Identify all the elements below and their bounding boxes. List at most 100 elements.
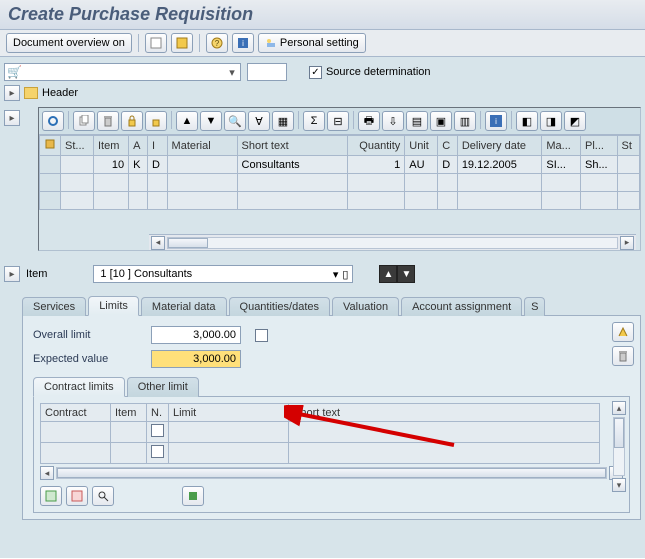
col-short-text[interactable]: Short text xyxy=(237,136,347,156)
tab-valuation[interactable]: Valuation xyxy=(332,297,399,316)
item-selector-combo[interactable]: ▾ ▯ xyxy=(93,265,353,283)
cell-ma[interactable]: SI... xyxy=(542,156,581,174)
cell-i[interactable]: D xyxy=(147,156,167,174)
col-st[interactable]: St xyxy=(617,136,640,156)
col-n[interactable]: N. xyxy=(147,404,169,422)
table-row[interactable] xyxy=(40,192,640,210)
cell-unit[interactable]: AU xyxy=(405,156,438,174)
table-row[interactable] xyxy=(41,422,600,443)
grid-hscrollbar[interactable]: ◂ ▸ xyxy=(149,234,636,250)
cell-material[interactable] xyxy=(167,156,237,174)
contract-limits-grid[interactable]: Contract Item N. Limit Short text xyxy=(40,403,623,464)
tab-account-assignment[interactable]: Account assignment xyxy=(401,297,522,316)
sort-desc-icon[interactable]: ▼ xyxy=(200,111,222,131)
tab-overflow[interactable]: S xyxy=(524,297,545,316)
col-c[interactable]: C xyxy=(438,136,458,156)
doc-type-input[interactable] xyxy=(26,65,226,79)
col-i[interactable]: I xyxy=(147,136,167,156)
scroll-track[interactable] xyxy=(613,417,625,476)
scroll-thumb[interactable] xyxy=(57,468,606,478)
info-toolbar-icon[interactable]: i xyxy=(485,111,507,131)
row-selector[interactable] xyxy=(40,174,61,192)
cell-item[interactable]: 10 xyxy=(93,156,128,174)
tab-services[interactable]: Services xyxy=(22,297,86,316)
scroll-thumb[interactable] xyxy=(168,238,208,248)
copy-entries-button[interactable] xyxy=(66,486,88,506)
combo-dropdown-icon[interactable]: ▾ xyxy=(226,66,238,79)
doc-number-input[interactable] xyxy=(247,63,287,81)
scroll-left-icon[interactable]: ◂ xyxy=(40,466,54,480)
scroll-right-icon[interactable]: ▸ xyxy=(620,236,634,250)
doc-type-combo[interactable]: 🛒 ▾ xyxy=(4,63,241,81)
no-limit-checkbox[interactable] xyxy=(255,329,268,342)
prev-item-button[interactable]: ▲ xyxy=(379,265,397,283)
cell-deliv[interactable]: 19.12.2005 xyxy=(457,156,542,174)
col-contract[interactable]: Contract xyxy=(41,404,111,422)
row-selector[interactable] xyxy=(40,192,61,210)
col-unit[interactable]: Unit xyxy=(405,136,438,156)
personal-setting-button[interactable]: Personal setting xyxy=(258,33,366,53)
item-detail-expand-button[interactable]: ▸ xyxy=(4,266,20,282)
col-delivery-date[interactable]: Delivery date xyxy=(457,136,542,156)
lock-icon[interactable] xyxy=(121,111,143,131)
overall-limit-input[interactable] xyxy=(151,326,241,344)
scroll-down-icon[interactable]: ▾ xyxy=(612,478,626,492)
delete-icon[interactable] xyxy=(97,111,119,131)
table-row[interactable]: 10 K D Consultants 1 AU D 19.12.2005 SI.… xyxy=(40,156,640,174)
col-short-text[interactable]: Short text xyxy=(289,404,600,422)
help-icon[interactable]: ? xyxy=(206,33,228,53)
tab-contract-limits[interactable]: Contract limits xyxy=(33,377,125,397)
col-item[interactable]: Item xyxy=(93,136,128,156)
services-catalog-button[interactable] xyxy=(182,486,204,506)
choose-layout-icon[interactable]: ▤ xyxy=(406,111,428,131)
sum-icon[interactable]: Σ xyxy=(303,111,325,131)
new-entries-button[interactable] xyxy=(40,486,62,506)
col-limit[interactable]: Limit xyxy=(169,404,289,422)
scroll-up-icon[interactable]: ▴ xyxy=(612,401,626,415)
cell-short[interactable]: Consultants xyxy=(237,156,347,174)
unlock-icon[interactable] xyxy=(145,111,167,131)
combo-dropdown-icon[interactable]: ▾ xyxy=(333,268,339,281)
find-icon[interactable]: 🔍 xyxy=(224,111,246,131)
cell-st[interactable] xyxy=(617,156,640,174)
col-status[interactable]: St... xyxy=(61,136,94,156)
scroll-track[interactable] xyxy=(167,237,618,249)
col-item[interactable]: Item xyxy=(111,404,147,422)
more-1-icon[interactable]: ◧ xyxy=(516,111,538,131)
scroll-track[interactable] xyxy=(56,467,607,479)
item-selector-input[interactable] xyxy=(98,267,332,281)
row-selector-header[interactable] xyxy=(40,136,61,156)
more-3-icon[interactable]: ◩ xyxy=(564,111,586,131)
details-icon[interactable] xyxy=(42,111,64,131)
subtotal-icon[interactable]: ⊟ xyxy=(327,111,349,131)
filter-icon[interactable]: ∀ xyxy=(248,111,270,131)
row-selector[interactable] xyxy=(40,156,61,174)
col-pl[interactable]: Pl... xyxy=(580,136,617,156)
expand-icon[interactable]: ▣ xyxy=(430,111,452,131)
col-a[interactable]: A xyxy=(129,136,148,156)
source-determination-checkbox[interactable]: ✓ xyxy=(309,66,322,79)
inner-grid-hscrollbar[interactable]: ◂ ▸ xyxy=(40,466,623,480)
display-change-button[interactable] xyxy=(612,322,634,342)
header-expand-button[interactable]: ▸ xyxy=(4,85,20,101)
sort-asc-icon[interactable]: ▲ xyxy=(176,111,198,131)
expected-value-input[interactable] xyxy=(151,350,241,368)
cell-c[interactable]: D xyxy=(438,156,458,174)
find-contract-button[interactable] xyxy=(92,486,114,506)
layout-icon[interactable]: ▦ xyxy=(272,111,294,131)
tab-quantities-dates[interactable]: Quantities/dates xyxy=(229,297,331,316)
scroll-thumb[interactable] xyxy=(614,418,624,448)
tab-other-limit[interactable]: Other limit xyxy=(127,377,199,397)
next-item-button[interactable]: ▼ xyxy=(397,265,415,283)
col-material[interactable]: Material xyxy=(167,136,237,156)
save-hold-icon[interactable] xyxy=(171,33,193,53)
cell-qty[interactable]: 1 xyxy=(347,156,405,174)
delete-limit-button[interactable] xyxy=(612,346,634,366)
col-ma[interactable]: Ma... xyxy=(542,136,581,156)
combo-clear-icon[interactable]: ▯ xyxy=(342,268,348,281)
scroll-left-icon[interactable]: ◂ xyxy=(151,236,165,250)
n-checkbox[interactable] xyxy=(151,445,164,458)
tab-material-data[interactable]: Material data xyxy=(141,297,227,316)
export-icon[interactable]: ⇩ xyxy=(382,111,404,131)
tab-limits[interactable]: Limits xyxy=(88,296,139,316)
